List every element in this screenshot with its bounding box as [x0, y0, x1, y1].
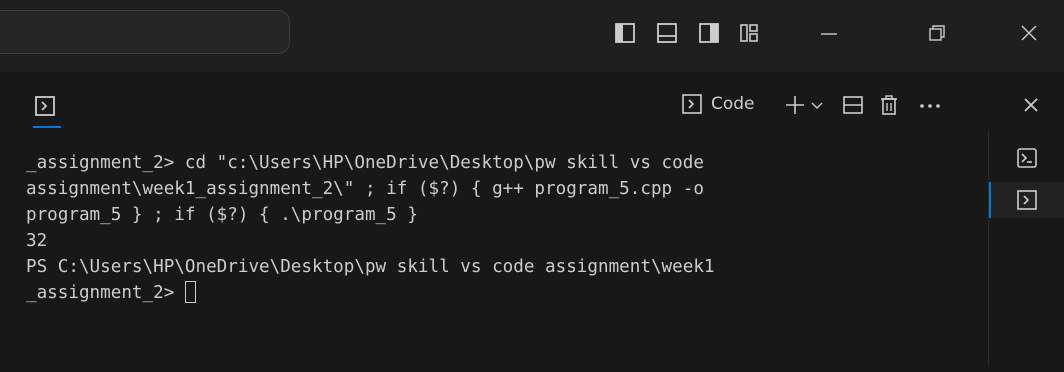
terminal-icon — [33, 94, 57, 122]
terminal-tab-powershell[interactable] — [989, 140, 1064, 176]
close-panel-icon[interactable] — [1020, 94, 1042, 116]
tab-active-indicator — [33, 126, 61, 128]
restore-icon[interactable] — [926, 22, 948, 44]
more-actions-icon[interactable] — [918, 94, 942, 116]
terminal-cursor — [184, 281, 196, 303]
terminal-line: PS C:\Users\HP\OneDrive\Desktop\pw skill… — [26, 257, 715, 277]
terminal-dropdown-icon[interactable] — [810, 94, 824, 116]
terminal-panel: Code _assignment_2> cd "c:\Users\HP\OneD… — [0, 72, 1064, 366]
command-center-search[interactable] — [0, 10, 290, 54]
terminal-prompt-line: _assignment_2> — [26, 283, 185, 303]
terminal-line: _assignment_2> cd "c:\Users\HP\OneDrive\… — [26, 153, 704, 173]
terminal-instance-icon — [680, 92, 704, 114]
customize-layout-icon[interactable] — [738, 22, 760, 44]
terminal-tab-code[interactable] — [989, 182, 1064, 218]
active-tab-indicator — [989, 182, 991, 218]
terminal-tabs-list — [988, 130, 1064, 366]
powershell-icon — [1015, 146, 1039, 174]
terminal-line: assignment\week1_assignment_2\" ; if ($?… — [26, 179, 704, 199]
split-terminal-icon[interactable] — [842, 94, 864, 116]
close-icon[interactable] — [1018, 22, 1040, 44]
kill-terminal-icon[interactable] — [878, 94, 900, 116]
terminal-line: program_5 } ; if ($?) { .\program_5 } — [26, 205, 418, 225]
terminal-line: 32 — [26, 231, 48, 251]
terminal-icon — [1015, 188, 1039, 216]
toggle-panel-icon[interactable] — [656, 22, 678, 44]
new-terminal-icon[interactable] — [784, 94, 806, 116]
toggle-secondary-sidebar-icon[interactable] — [698, 22, 720, 44]
title-bar — [0, 0, 1064, 72]
panel-header: Code — [0, 72, 1064, 130]
terminal-output[interactable]: _assignment_2> cd "c:\Users\HP\OneDrive\… — [26, 150, 986, 372]
minimize-icon[interactable] — [818, 22, 840, 44]
toggle-primary-sidebar-icon[interactable] — [614, 22, 636, 44]
terminal-name-label[interactable]: Code — [711, 92, 755, 116]
